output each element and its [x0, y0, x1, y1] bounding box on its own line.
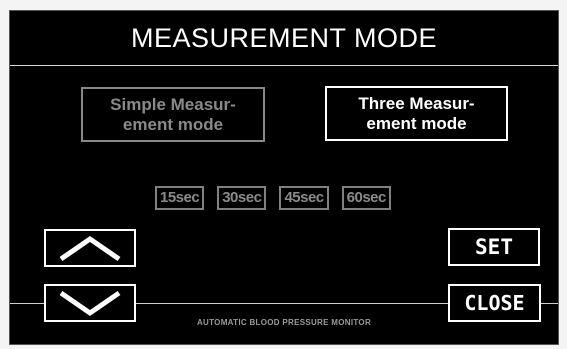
interval-30sec-button[interactable]: 30sec	[217, 186, 267, 210]
down-button[interactable]	[44, 284, 136, 322]
device-screen: MEASUREMENT MODE Simple Measur- ement mo…	[9, 10, 559, 345]
interval-45sec-button[interactable]: 45sec	[279, 186, 329, 210]
divider-right	[541, 303, 558, 304]
screen-title: MEASUREMENT MODE	[10, 11, 558, 66]
arrow-down-icon	[59, 290, 121, 317]
device-label: AUTOMATIC BLOOD PRESSURE MONITOR	[196, 318, 372, 327]
up-button[interactable]	[44, 229, 136, 267]
divider-left	[10, 303, 44, 304]
three-measurement-mode-button[interactable]: Three Measur- ement mode	[325, 86, 508, 141]
simple-measurement-mode-button[interactable]: Simple Measur- ement mode	[81, 87, 265, 142]
close-button[interactable]: CLOSE	[448, 284, 541, 322]
interval-options: 15sec 30sec 45sec 60sec	[155, 186, 391, 210]
interval-60sec-button[interactable]: 60sec	[341, 186, 391, 210]
interval-15sec-button[interactable]: 15sec	[155, 186, 205, 210]
set-button[interactable]: SET	[448, 228, 540, 266]
arrow-up-icon	[59, 235, 121, 262]
divider-middle	[136, 303, 448, 304]
